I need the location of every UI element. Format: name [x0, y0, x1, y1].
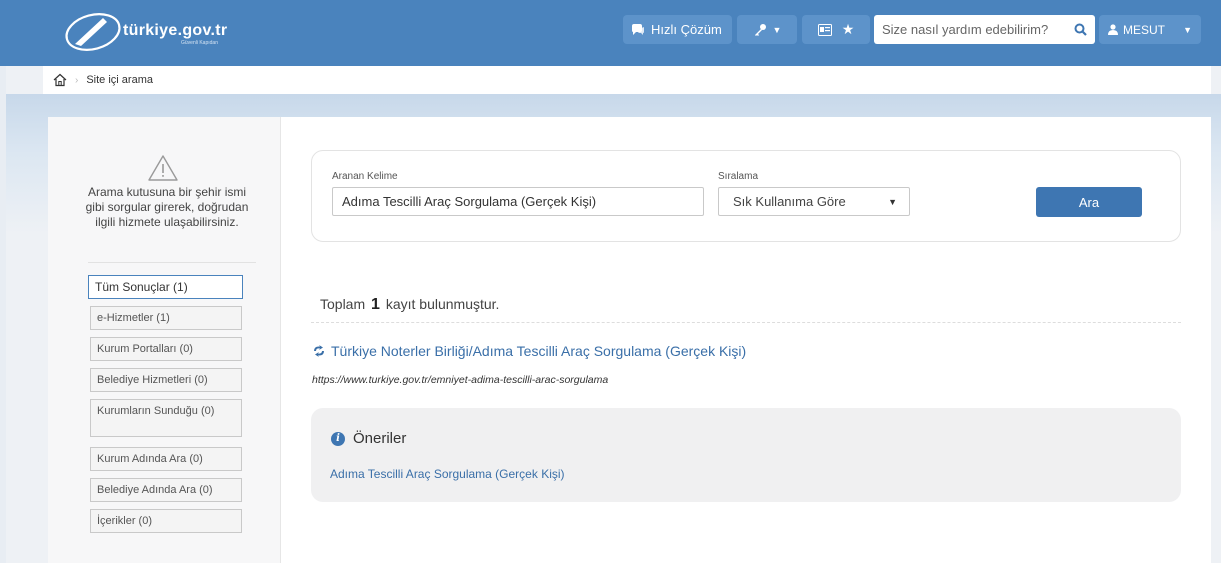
search-hint-text: Arama kutusuna bir şehir ismi gibi sorgu… [85, 185, 249, 229]
result-url: https://www.turkiye.gov.tr/emniyet-adima… [312, 374, 609, 386]
chevron-down-icon: ▼ [1183, 24, 1192, 35]
breadcrumb-separator: › [75, 74, 79, 86]
user-menu-button[interactable]: MESUT ▼ [1099, 15, 1201, 44]
id-card-icon [817, 23, 832, 36]
home-icon[interactable] [53, 73, 67, 87]
breadcrumb: › Site içi arama [43, 66, 1211, 94]
search-form-card: Aranan Kelime Adıma Tescilli Araç Sorgul… [311, 150, 1181, 242]
suggestions-title: Öneriler [353, 430, 407, 447]
filter-all-results[interactable]: Tüm Sonuçlar (1) [88, 275, 243, 299]
result-title: Türkiye Noterler Birliği/Adıma Tescilli … [331, 343, 747, 359]
total-prefix: Toplam [320, 296, 366, 312]
total-suffix: kayıt bulunmuştur. [385, 296, 500, 312]
logo-subtitle: Güvenli Kapıdan [181, 40, 218, 46]
top-header: türkiye.gov.tr Güvenli Kapıdan Hızlı Çöz… [0, 0, 1221, 66]
sort-select[interactable]: Sık Kullanıma Göre ▼ [718, 187, 910, 216]
suggestion-link[interactable]: Adıma Tescilli Araç Sorgulama (Gerçek Ki… [330, 467, 565, 481]
quick-solution-label: Hızlı Çözüm [651, 22, 722, 37]
search-icon[interactable] [1074, 23, 1087, 36]
quick-solution-button[interactable]: Hızlı Çözüm [623, 15, 732, 44]
sort-selected-value: Sık Kullanıma Göre [733, 194, 846, 209]
user-icon [1108, 24, 1118, 35]
filter-sidebar: Arama kutusuna bir şehir ismi gibi sorgu… [48, 117, 281, 563]
filter-contents[interactable]: İçerikler (0) [90, 509, 242, 533]
filter-institution-portals[interactable]: Kurum Portalları (0) [90, 337, 242, 361]
content-panel: Arama kutusuna bir şehir ismi gibi sorgu… [48, 117, 1211, 563]
divider [88, 262, 256, 263]
suggestions-box: i Öneriler Adıma Tescilli Araç Sorgulama… [311, 408, 1181, 502]
id-and-favorites-button[interactable]: ★ [802, 15, 870, 44]
page-left-edge [0, 66, 6, 563]
breadcrumb-current: Site içi arama [86, 74, 153, 86]
chevron-down-icon: ▼ [888, 196, 897, 207]
chevron-down-icon: ▼ [772, 24, 782, 35]
e-service-icon [314, 345, 324, 357]
search-main: Aranan Kelime Adıma Tescilli Araç Sorgul… [282, 117, 1211, 563]
site-logo[interactable]: türkiye.gov.tr Güvenli Kapıdan [63, 10, 293, 54]
filter-municipality-services[interactable]: Belediye Hizmetleri (0) [90, 368, 242, 392]
results-total: Toplam 1 kayıt bulunmuştur. [320, 296, 499, 314]
info-icon: i [331, 431, 345, 446]
filter-search-institution-name[interactable]: Kurum Adında Ara (0) [90, 447, 242, 471]
filter-e-services[interactable]: e-Hizmetler (1) [90, 306, 242, 330]
keyword-label: Aranan Kelime [332, 171, 398, 182]
key-icon [754, 23, 766, 36]
filter-institution-offered[interactable]: Kurumların Sunduğu (0) [90, 399, 242, 437]
chat-icon [632, 23, 644, 35]
result-link[interactable]: Türkiye Noterler Birliği/Adıma Tescilli … [312, 343, 746, 359]
key-menu-button[interactable]: ▼ [737, 15, 797, 44]
filter-search-municipality-name[interactable]: Belediye Adında Ara (0) [90, 478, 242, 502]
logo-text: türkiye.gov.tr [123, 22, 228, 39]
divider [311, 322, 1181, 323]
warning-icon [148, 155, 178, 181]
search-button[interactable]: Ara [1036, 187, 1142, 217]
user-name: MESUT [1123, 22, 1165, 37]
sort-label: Sıralama [718, 171, 759, 182]
keyword-input[interactable]: Adıma Tescilli Araç Sorgulama (Gerçek Ki… [332, 187, 704, 216]
suggestions-heading: i Öneriler [331, 430, 406, 447]
header-search-placeholder: Size nasıl yardım edebilirim? [882, 22, 1049, 37]
total-count: 1 [371, 296, 380, 313]
header-search-input[interactable]: Size nasıl yardım edebilirim? [874, 15, 1095, 44]
star-icon: ★ [841, 21, 855, 37]
